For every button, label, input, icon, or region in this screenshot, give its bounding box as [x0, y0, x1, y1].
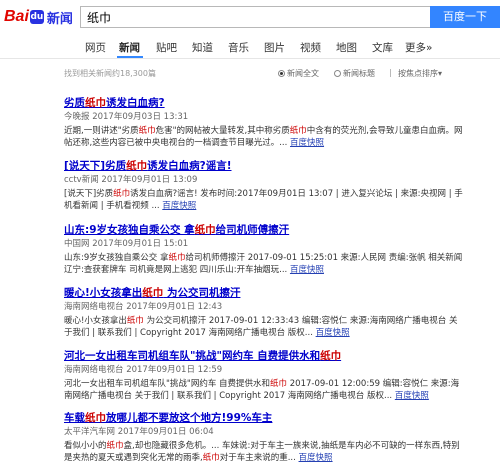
- cache-link[interactable]: 百度快照: [290, 265, 324, 275]
- result-title[interactable]: 河北一女出租车司机组车队"挑战"网约车 自费提供水和纸巾: [64, 350, 464, 363]
- nav-item-web[interactable]: 网页: [85, 40, 106, 55]
- result-meta: 海南网络电视台 2017年09月01日 12:43: [64, 302, 223, 312]
- result-title[interactable]: [说天下]劣质纸巾诱发白血病?谣言!: [64, 160, 464, 173]
- result-item: 山东:9岁女孩独自乘公交 拿纸巾给司机师傅擦汗 中国网 2017年09月01日 …: [64, 224, 464, 276]
- search-input[interactable]: [81, 7, 423, 28]
- nav-item-zhidao[interactable]: 知道: [192, 40, 213, 55]
- divider: |: [389, 68, 392, 77]
- nav-item-images[interactable]: 图片: [264, 40, 285, 55]
- result-item: 河北一女出租车司机组车队"挑战"网约车 自费提供水和纸巾 海南网络电视台 201…: [64, 350, 464, 402]
- logo-bai-text: Bai: [4, 8, 29, 25]
- nav-item-wenku[interactable]: 文库: [372, 40, 393, 55]
- vertical-nav: 网页 新闻 贴吧 知道 音乐 图片 视频 地图 文库 更多»: [0, 36, 500, 59]
- result-meta: 中国网 2017年09月01日 15:01: [64, 239, 189, 249]
- result-snippet: 山东:9岁女孩独自乘公交 拿纸巾给司机师傅擦汗 2017-09-01 15:25…: [64, 253, 463, 275]
- result-item: 劣质纸巾诱发白血病? 今晚报 2017年09月03日 13:31 近期,一则讲述…: [64, 97, 464, 149]
- chevron-down-icon: ▾: [438, 69, 443, 78]
- option-title[interactable]: 新闻标题: [334, 68, 375, 79]
- result-item: 暖心!小女孩拿出纸巾 为公交司机擦汗 海南网络电视台 2017年09月01日 1…: [64, 287, 464, 339]
- option-full-text-label: 新闻全文: [287, 69, 319, 78]
- option-full-text[interactable]: 新闻全文: [278, 68, 319, 79]
- nav-active-indicator: [117, 56, 143, 58]
- nav-item-news[interactable]: 新闻: [119, 40, 140, 55]
- nav-item-music[interactable]: 音乐: [228, 40, 249, 55]
- nav-item-tieba[interactable]: 贴吧: [156, 40, 177, 55]
- result-title[interactable]: 暖心!小女孩拿出纸巾 为公交司机擦汗: [64, 287, 464, 300]
- result-snippet: 看似小小的纸巾盒,却也隐藏很多危机。... 车妹说:对于车主一族来说,抽纸是车内…: [64, 441, 460, 463]
- paw-icon: du: [29, 10, 44, 24]
- sort-label: 按焦点排序: [398, 69, 438, 78]
- cache-link[interactable]: 百度快照: [316, 328, 350, 338]
- baidu-news-logo[interactable]: Bai du 新闻: [4, 7, 73, 27]
- radio-full-text-icon[interactable]: [278, 70, 285, 77]
- search-box: [80, 6, 430, 28]
- result-count: 找到相关新闻约18,300篇: [64, 69, 156, 78]
- result-snippet: 河北一女出租车司机组车队"挑战"网约车 自费提供水和纸巾 2017-09-01 …: [64, 379, 460, 401]
- result-item: [说天下]劣质纸巾诱发白血病?谣言! cctv新闻 2017年09月01日 13…: [64, 160, 464, 212]
- result-snippet: [说天下]劣质纸巾诱发白血病?谣言! 发布时间:2017年09月01日 13:0…: [64, 189, 463, 211]
- nav-item-more[interactable]: 更多»: [405, 40, 432, 55]
- result-snippet: 暖心!小女孩拿出纸巾 为公交司机擦汗 2017-09-01 12:33:43 编…: [64, 316, 458, 338]
- logo-news-text: 新闻: [46, 11, 73, 27]
- nav-item-video[interactable]: 视频: [300, 40, 321, 55]
- nav-item-map[interactable]: 地图: [336, 40, 357, 55]
- result-meta: cctv新闻 2017年09月01日 13:09: [64, 175, 198, 185]
- cache-link[interactable]: 百度快照: [162, 201, 196, 211]
- result-snippet: 近期,一则讲述"劣质纸巾危害"的网帖被大量转发,其中称劣质纸巾中含有的荧光剂,会…: [64, 126, 463, 148]
- sort-dropdown[interactable]: 按焦点排序 ▾: [398, 68, 442, 79]
- cache-link[interactable]: 百度快照: [299, 453, 333, 463]
- result-meta: 太平洋汽车网 2017年09月01日 06:04: [64, 427, 214, 437]
- result-title[interactable]: 劣质纸巾诱发白血病?: [64, 97, 464, 110]
- result-title[interactable]: 山东:9岁女孩独自乘公交 拿纸巾给司机师傅擦汗: [64, 224, 464, 237]
- header: Bai du 新闻 百度一下: [0, 0, 500, 34]
- result-meta: 今晚报 2017年09月03日 13:31: [64, 112, 189, 122]
- search-button[interactable]: 百度一下: [430, 6, 500, 28]
- result-title[interactable]: 车载纸巾放哪儿都不要放这个地方!99%车主: [64, 412, 464, 425]
- result-meta: 海南网络电视台 2017年09月01日 12:59: [64, 365, 223, 375]
- option-title-label: 新闻标题: [343, 69, 375, 78]
- result-item: 车载纸巾放哪儿都不要放这个地方!99%车主 太平洋汽车网 2017年09月01日…: [64, 412, 464, 464]
- cache-link[interactable]: 百度快照: [290, 138, 324, 148]
- cache-link[interactable]: 百度快照: [395, 391, 429, 401]
- radio-title-icon[interactable]: [334, 70, 341, 77]
